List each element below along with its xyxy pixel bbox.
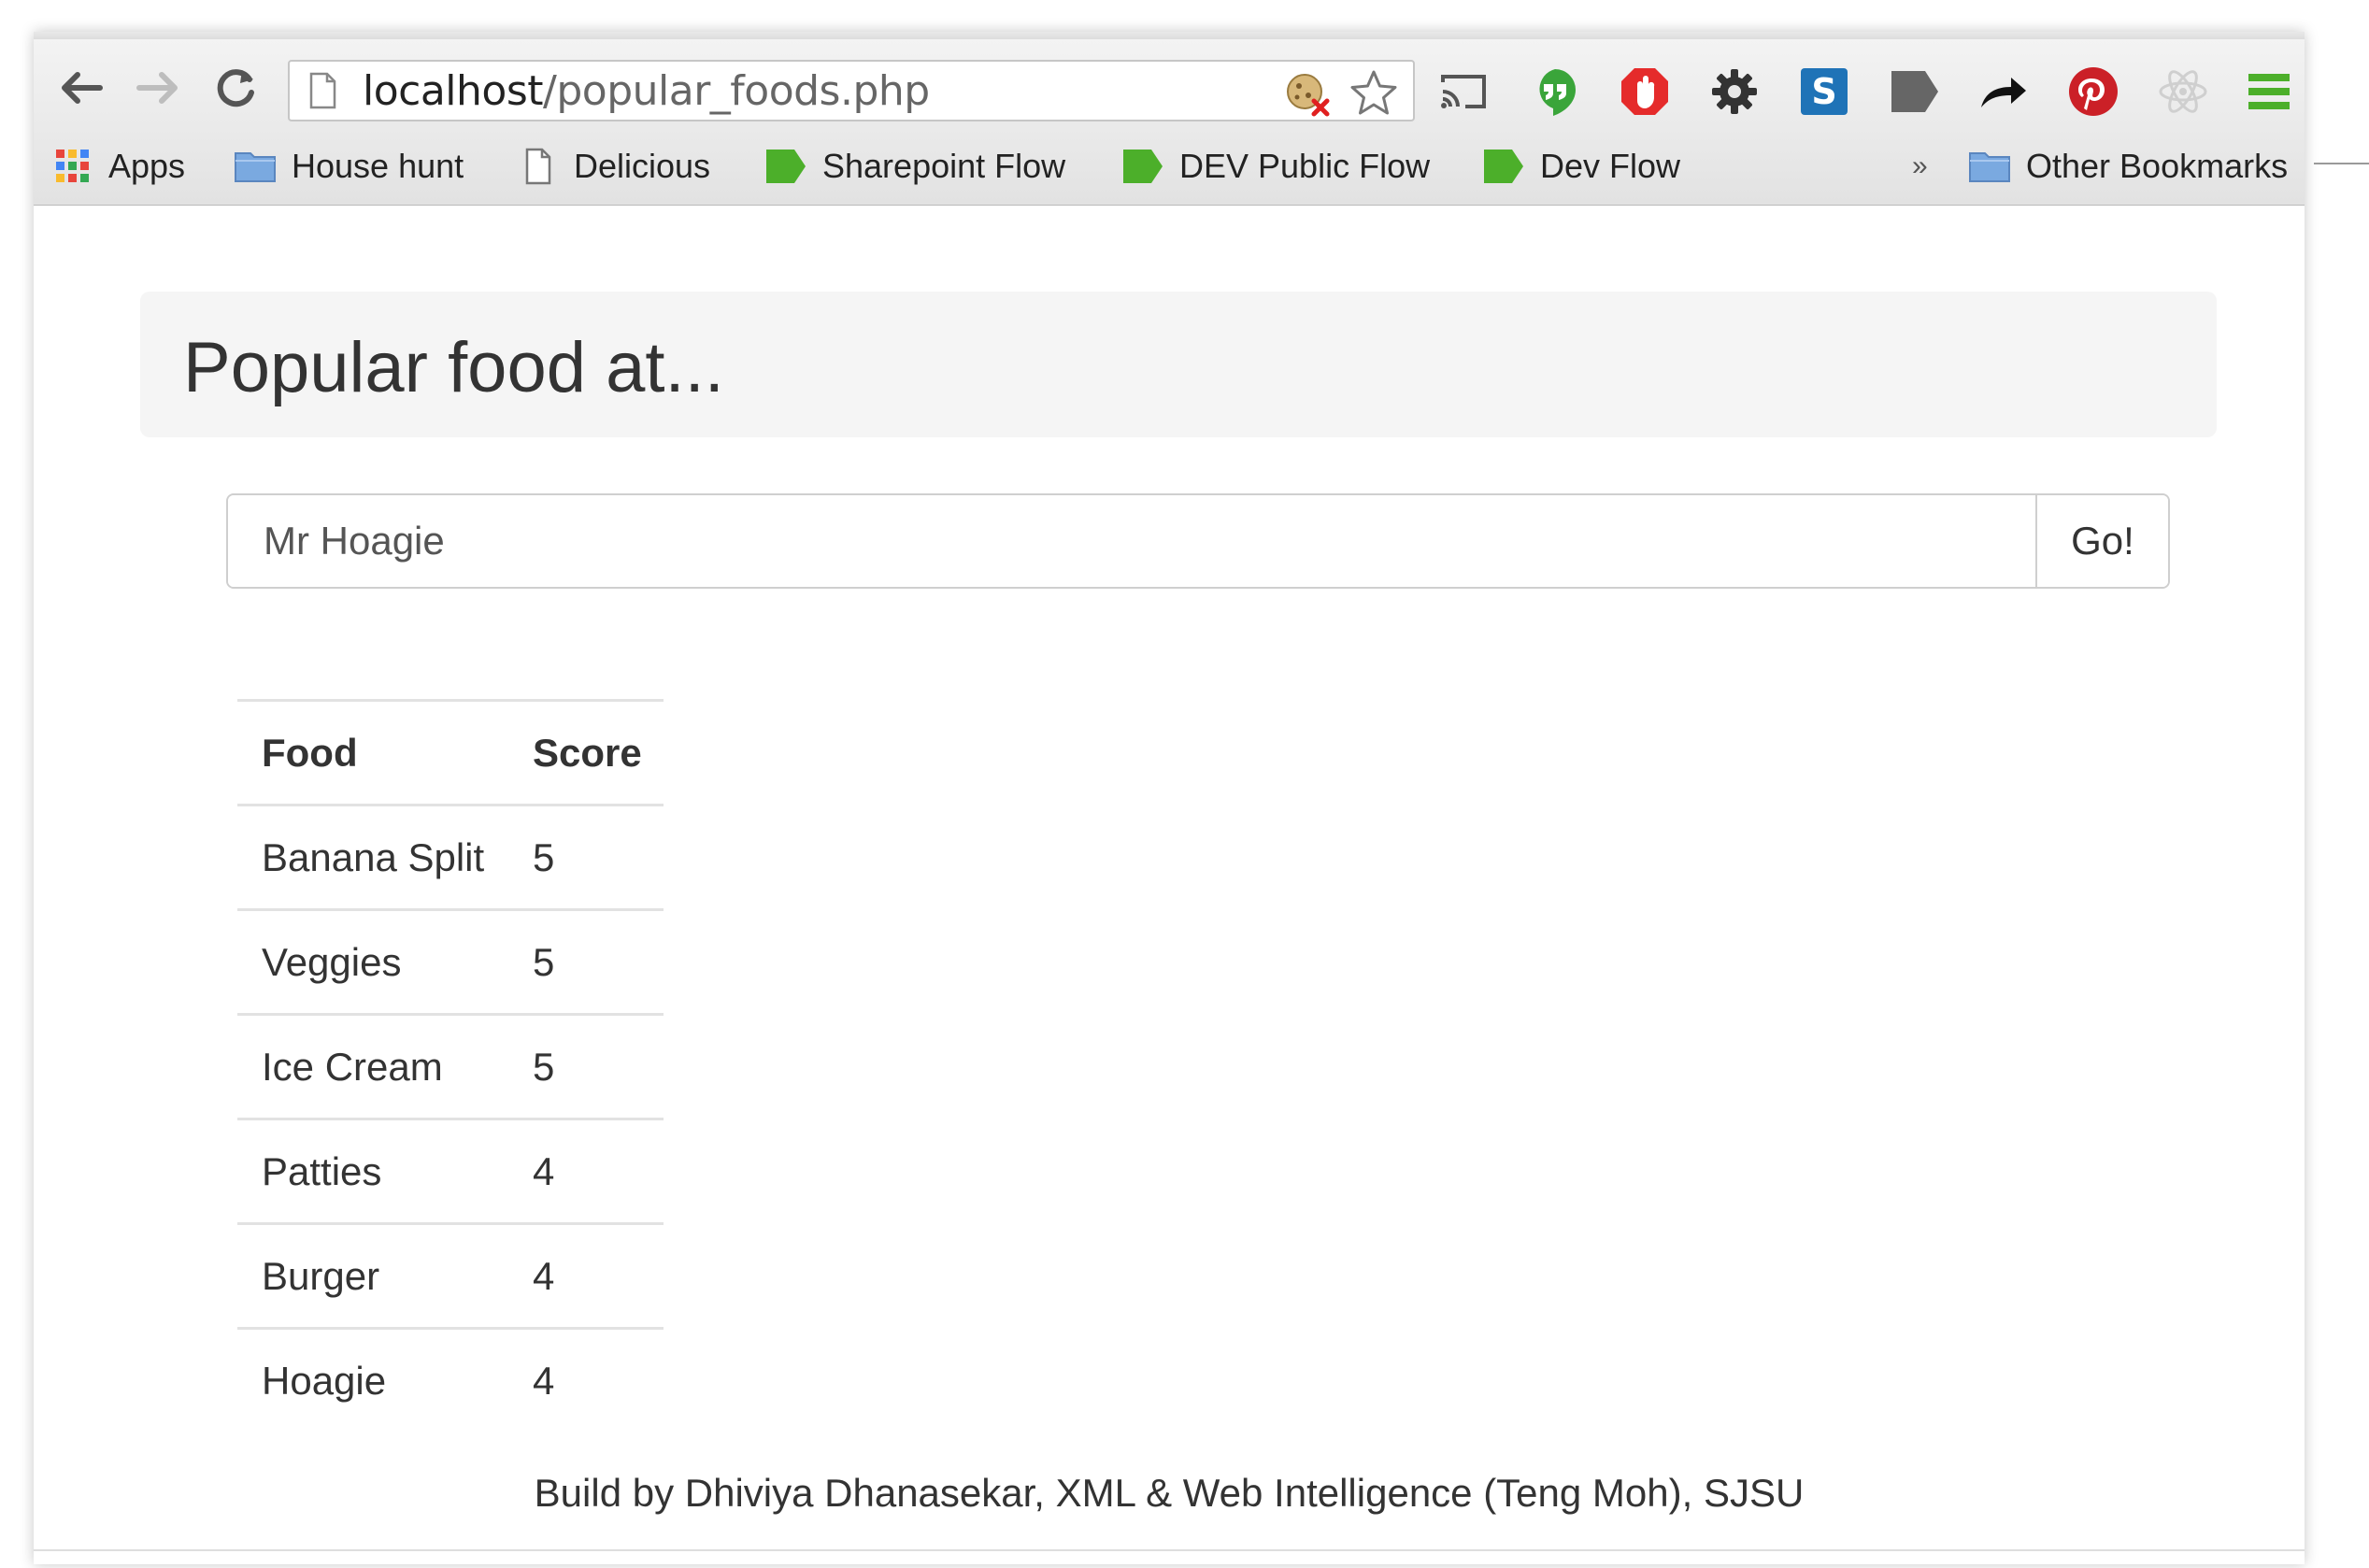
s-letter-icon: S (1801, 68, 1848, 115)
table-row: Burger 4 (237, 1222, 664, 1329)
go-button[interactable]: Go! (2035, 495, 2168, 587)
url-text[interactable]: localhost/popular_foods.php (363, 67, 930, 115)
adblock-button[interactable] (1617, 64, 1673, 120)
bookmark-label: DEV Public Flow (1179, 147, 1431, 185)
browser-toolbar: localhost/popular_foods.php S Apps House… (34, 39, 2305, 206)
restaurant-search-input[interactable] (228, 495, 2035, 587)
score-cell: 5 (508, 804, 664, 910)
bookmark-label: Other Bookmarks (2026, 147, 2289, 185)
green-tag-icon (1123, 150, 1163, 183)
bookmark-apps[interactable]: Apps (50, 142, 185, 191)
jumbotron: Popular food at... (140, 292, 2217, 437)
star-icon (1350, 70, 1397, 115)
green-tag-icon (1484, 150, 1523, 183)
score-cell: 5 (508, 908, 664, 1015)
tag-extension-button[interactable] (1886, 64, 1942, 120)
share-arrow-icon (1981, 78, 2026, 107)
reload-icon (217, 69, 254, 107)
forward-button[interactable] (131, 60, 187, 116)
annotation-line (2314, 163, 2369, 164)
cookie-blocked-button[interactable] (1282, 67, 1334, 124)
share-button[interactable] (1976, 64, 2032, 120)
adblock-hand-icon (1621, 68, 1668, 115)
chevron-double-right-icon: » (1912, 150, 1928, 181)
score-cell: 4 (508, 1327, 664, 1433)
bookmark-sharepoint-flow[interactable]: Sharepoint Flow (764, 142, 1065, 191)
footer-divider (34, 1549, 2305, 1551)
table-row: Veggies 5 (237, 908, 664, 1015)
food-cell: Ice Cream (237, 1013, 508, 1119)
food-cell: Hoagie (237, 1327, 508, 1433)
atom-icon (2159, 70, 2207, 113)
bookmarks-bar: Apps House hunt Delicious Sharepoint Flo… (34, 136, 2305, 196)
bookmark-delicious[interactable]: Delicious (516, 142, 710, 191)
table-row: Ice Cream 5 (237, 1013, 664, 1119)
reload-button[interactable] (207, 60, 264, 116)
cast-icon (1441, 75, 1486, 108)
hangouts-icon (1539, 69, 1576, 116)
forward-arrow-icon (136, 72, 178, 104)
navigation-row: localhost/popular_foods.php S (34, 50, 2305, 127)
column-header-food: Food (237, 699, 508, 805)
folder-icon (1969, 152, 2010, 182)
table-row: Banana Split 5 (237, 804, 664, 910)
bookmark-dev-flow[interactable]: Dev Flow (1482, 142, 1680, 191)
page-footer: Build by Dhiviya Dhanasekar, XML & Web I… (534, 1471, 1805, 1515)
url-path: /popular_foods.php (543, 66, 930, 115)
bookmark-other-bookmarks[interactable]: Other Bookmarks (1968, 142, 2288, 191)
settings-button[interactable] (1706, 64, 1762, 120)
cast-button[interactable] (1435, 64, 1491, 120)
bookmark-label: Sharepoint Flow (822, 147, 1066, 185)
page-title: Popular food at... (183, 328, 724, 407)
bookmark-label: House hunt (292, 147, 464, 185)
bookmark-label: Delicious (574, 147, 711, 185)
cookie-blocked-icon (1287, 74, 1330, 117)
score-cell: 5 (508, 1013, 664, 1119)
folder-icon (235, 152, 276, 182)
hamburger-menu-icon (2248, 74, 2290, 109)
food-cell: Veggies (237, 908, 508, 1015)
table-row: Patties 4 (237, 1118, 664, 1224)
back-arrow-icon (62, 72, 103, 104)
gray-tag-icon (1891, 71, 1938, 112)
green-tag-icon (766, 150, 806, 183)
hangouts-button[interactable] (1527, 64, 1583, 120)
column-header-score: Score (508, 699, 664, 805)
popular-foods-table: Food Score Banana Split 5 Veggies 5 Ice … (237, 699, 664, 1433)
table-row: Hoagie 4 (237, 1327, 664, 1433)
gear-icon (1712, 69, 1757, 114)
page-icon (525, 148, 551, 185)
tab-strip (34, 32, 2305, 39)
bookmark-house-hunt[interactable]: House hunt (234, 142, 464, 191)
bookmark-label: Dev Flow (1540, 147, 1681, 185)
apps-grid-icon (56, 150, 89, 182)
pinterest-button[interactable] (2065, 64, 2121, 120)
react-devtools-button[interactable] (2155, 64, 2211, 120)
score-cell: 4 (508, 1222, 664, 1329)
browser-window: localhost/popular_foods.php S Apps House… (34, 32, 2305, 1564)
omnibox-actions (1282, 67, 1400, 124)
page-content: Popular food at... Go! Food Score Banana… (34, 206, 2305, 1564)
s-extension-button[interactable]: S (1796, 64, 1852, 120)
pinterest-icon (2069, 67, 2118, 116)
food-cell: Banana Split (237, 804, 508, 910)
bookmark-dev-public-flow[interactable]: DEV Public Flow (1121, 142, 1430, 191)
url-host: localhost (363, 66, 544, 115)
bookmark-star-button[interactable] (1348, 67, 1400, 124)
food-cell: Burger (237, 1222, 508, 1329)
table-header-row: Food Score (237, 699, 664, 805)
back-button[interactable] (52, 60, 108, 116)
address-bar[interactable]: localhost/popular_foods.php (288, 60, 1415, 121)
search-group: Go! (226, 493, 2170, 589)
bookmark-label: Apps (108, 147, 186, 185)
svg-text:S: S (1811, 71, 1836, 112)
food-cell: Patties (237, 1118, 508, 1224)
chrome-menu-button[interactable] (2241, 64, 2297, 120)
bookmarks-overflow-button[interactable]: » (1912, 142, 1928, 191)
page-icon (309, 72, 336, 109)
score-cell: 4 (508, 1118, 664, 1224)
